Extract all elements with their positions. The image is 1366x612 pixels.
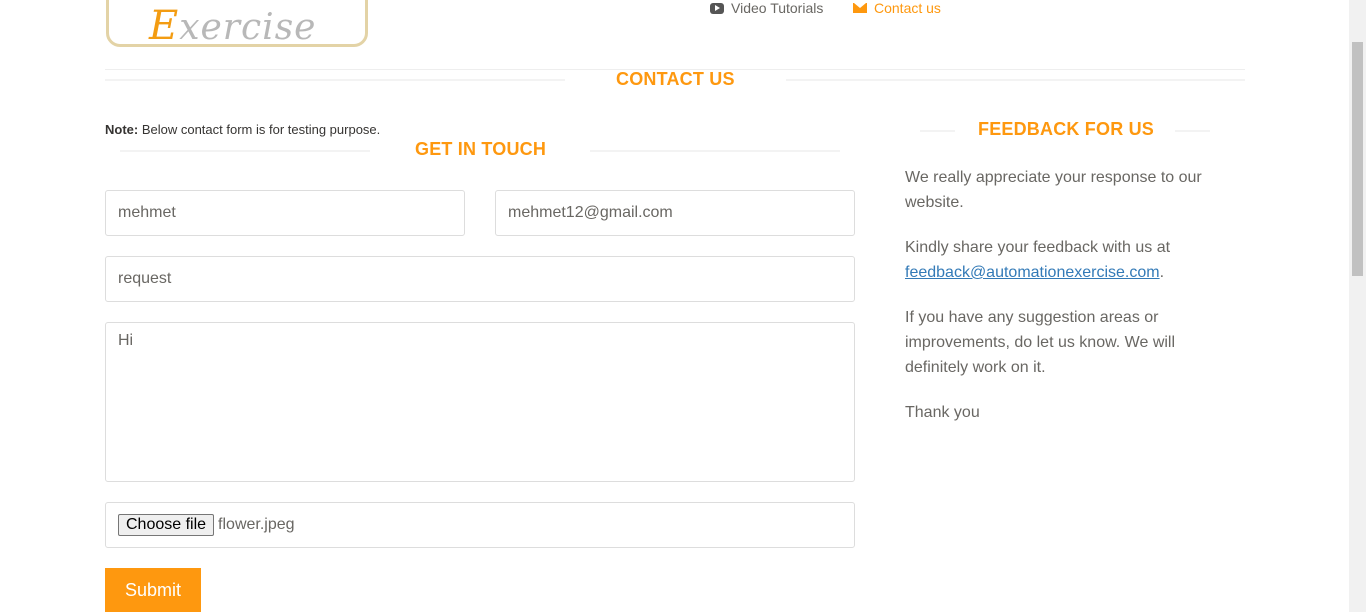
youtube-play-icon: [710, 2, 724, 14]
title-rule-left: [105, 79, 565, 81]
email-input[interactable]: mehmet12@gmail.com: [495, 190, 855, 236]
title-rule-right: [786, 79, 1245, 81]
page-scrollbar[interactable]: [1349, 0, 1366, 612]
feedback-rule-right: [1175, 130, 1210, 132]
choose-file-button[interactable]: Choose file: [118, 514, 215, 536]
note-label: Note:: [105, 122, 139, 137]
get-in-touch-rule-left: [120, 150, 370, 152]
feedback-rule-left: [920, 130, 955, 132]
feedback-paragraph-1: We really appreciate your response to ou…: [905, 169, 1202, 211]
envelope-icon: [853, 3, 867, 13]
feedback-email-link[interactable]: feedback@automationexercise.com: [905, 264, 1160, 281]
feedback-heading: FEEDBACK FOR US: [978, 119, 1155, 139]
scrollbar-thumb[interactable]: [1352, 42, 1363, 276]
feedback-paragraph-2: Kindly share your feedback with us at fe…: [905, 235, 1225, 285]
page-title: CONTACT US: [616, 69, 735, 89]
submit-button[interactable]: Submit: [105, 568, 201, 612]
feedback-paragraph-4: Thank you: [905, 404, 980, 421]
file-name: flower.jpeg: [218, 516, 295, 533]
get-in-touch-rule-right: [590, 150, 840, 152]
file-upload-field: Choose file flower.jpeg: [105, 502, 855, 548]
nav-contact-us-label: Contact us: [874, 0, 941, 16]
nav-video-tutorials-label: Video Tutorials: [731, 0, 824, 16]
message-textarea-value: Hi: [118, 332, 134, 349]
feedback-suffix: .: [1159, 264, 1165, 281]
message-textarea[interactable]: Hi: [105, 322, 855, 482]
nav-video-tutorials[interactable]: Video Tutorials: [710, 0, 823, 16]
email-input-value: mehmet12@gmail.com: [508, 204, 673, 221]
name-input-value: mehmet: [118, 204, 176, 221]
subject-input-value: request: [118, 270, 172, 287]
note-text: Below contact form is for testing purpos…: [138, 122, 381, 137]
top-nav: Video Tutorials Contact us: [0, 0, 1366, 20]
form-note: Note: Below contact form is for testing …: [105, 122, 380, 137]
subject-input[interactable]: request: [105, 256, 855, 302]
name-input[interactable]: mehmet: [105, 190, 465, 236]
nav-contact-us[interactable]: Contact us: [853, 0, 941, 16]
feedback-prefix: Kindly share your feedback with us at: [905, 239, 1171, 256]
feedback-paragraph-3: If you have any suggestion areas or impr…: [905, 309, 1176, 376]
get-in-touch-heading: GET IN TOUCH: [415, 139, 547, 159]
